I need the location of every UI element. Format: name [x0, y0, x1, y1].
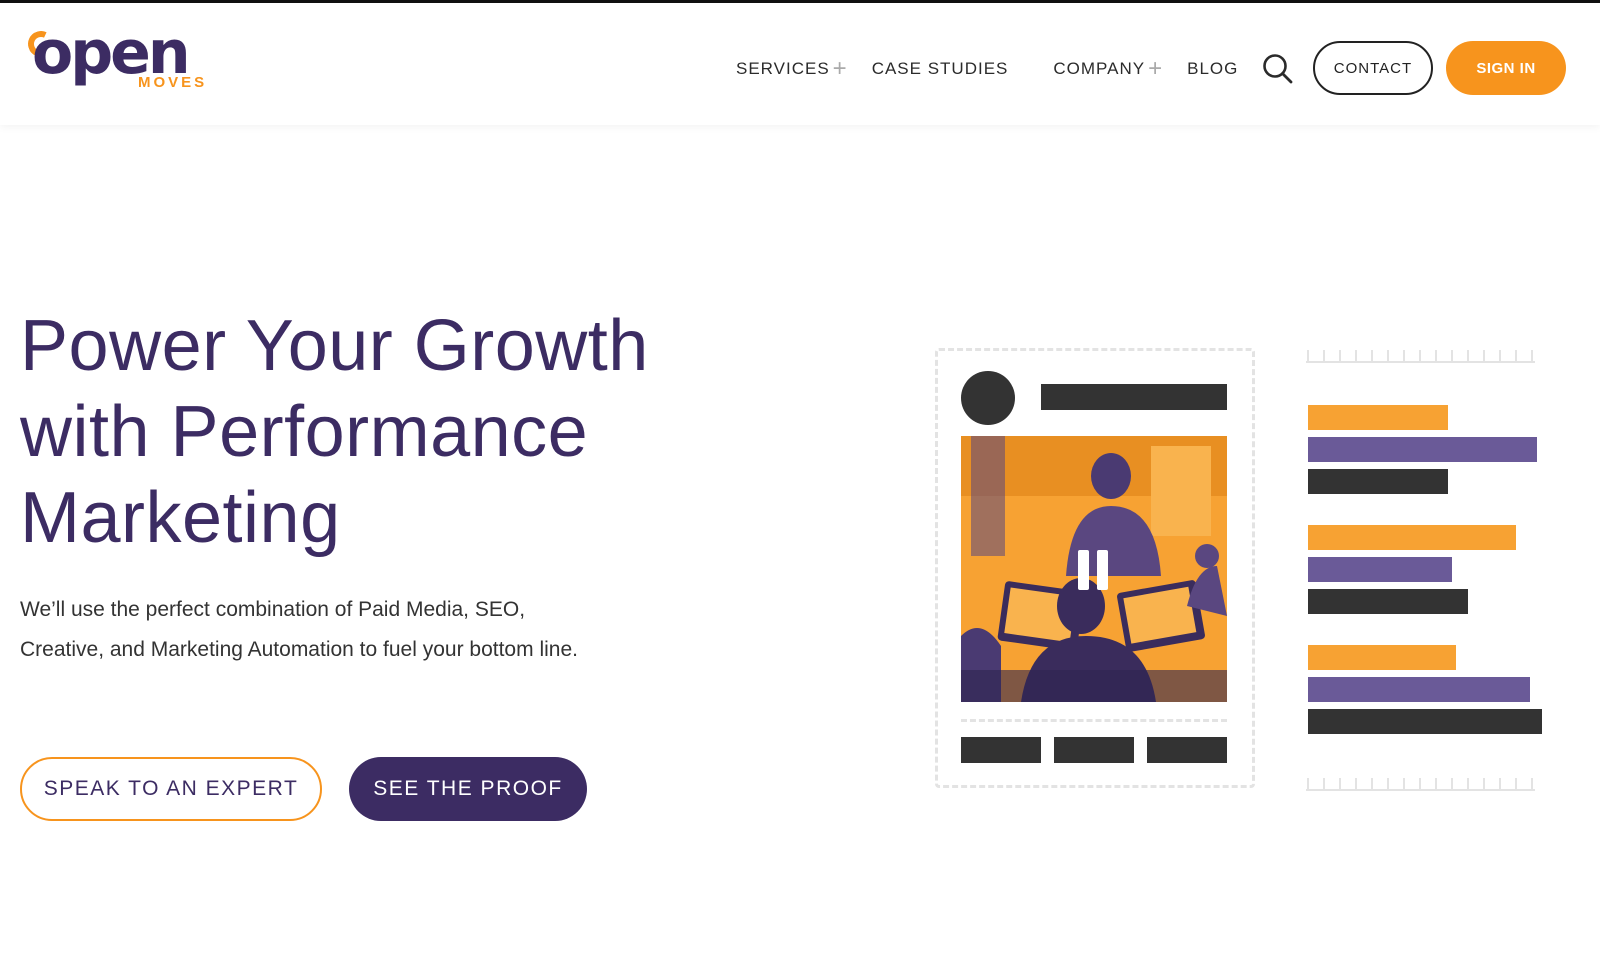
plus-icon[interactable]: + [833, 57, 848, 81]
nav-blog[interactable]: BLOG [1187, 59, 1238, 79]
nav-case-studies-label: CASE STUDIES [871, 59, 1009, 78]
bar-graphic [1308, 557, 1452, 582]
hero-subtitle-line: Creative, and Marketing Automation to fu… [20, 638, 578, 661]
nav-blog-label: BLOG [1187, 59, 1239, 78]
hero-title-line: Marketing [20, 478, 341, 558]
search-icon[interactable] [1262, 53, 1294, 85]
bar-graphic [1308, 709, 1542, 734]
bar-graphic [1308, 525, 1516, 550]
post-action-bar [1054, 737, 1134, 763]
nav-case-studies[interactable]: CASE STUDIES [872, 59, 1009, 79]
nav-company[interactable]: COMPANY + [1053, 57, 1163, 81]
contact-button[interactable]: CONTACT [1313, 41, 1433, 95]
bar-graphic [1308, 677, 1530, 702]
plus-icon[interactable]: + [1148, 57, 1163, 81]
sign-in-button[interactable]: SIGN IN [1446, 41, 1566, 95]
avatar [961, 371, 1015, 425]
nav-company-label: COMPANY [1053, 59, 1146, 78]
see-the-proof-button[interactable]: SEE THE PROOF [349, 757, 587, 821]
hero-title-line: with Performance [20, 392, 589, 472]
ruler-top [1306, 350, 1535, 363]
hero-subtitle: We’ll use the perfect combination of Pai… [20, 590, 680, 670]
bar-graphic [1308, 589, 1468, 614]
open-moves-logo[interactable]: open MOVES [24, 18, 216, 95]
hero-title-line: Power Your Growth [20, 306, 649, 386]
bar-graphic [1308, 437, 1537, 462]
post-header-bar [1041, 384, 1227, 410]
bar-graphic [1308, 405, 1448, 430]
bar-graphic [1308, 469, 1448, 494]
nav-services[interactable]: SERVICES + [736, 57, 848, 81]
logo-subtext: MOVES [138, 74, 208, 91]
pause-icon[interactable] [1078, 550, 1112, 590]
bar-graphic [1308, 645, 1456, 670]
hero-subtitle-line: We’ll use the perfect combination of Pai… [20, 598, 526, 621]
nav-services-label: SERVICES [736, 59, 830, 78]
ruler-bottom [1306, 778, 1535, 791]
main-nav: SERVICES + CASE STUDIES COMPANY + BLOG [736, 54, 1238, 84]
post-action-bar [1147, 737, 1227, 763]
post-divider [961, 719, 1227, 722]
speak-to-expert-button[interactable]: SPEAK TO AN EXPERT [20, 757, 322, 821]
post-action-bar [961, 737, 1041, 763]
hero-title: Power Your Growth with Performance Marke… [20, 303, 740, 561]
site-header: open MOVES SERVICES + CASE STUDIES COMPA… [0, 3, 1600, 125]
